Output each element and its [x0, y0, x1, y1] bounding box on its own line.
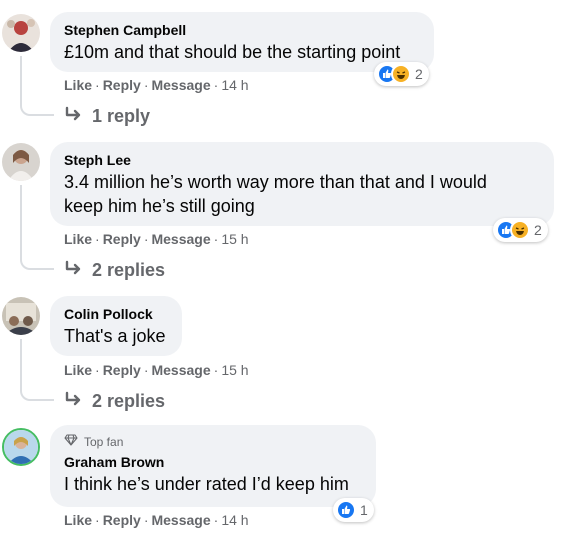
comment-text: That's a joke: [64, 326, 166, 346]
timestamp[interactable]: 15 h: [221, 231, 248, 247]
reply-link[interactable]: Reply: [103, 77, 141, 93]
comment-author[interactable]: Steph Lee: [64, 151, 540, 170]
view-replies-button[interactable]: 1 reply: [64, 105, 150, 127]
timestamp[interactable]: 14 h: [221, 77, 248, 93]
comment-bubble: Steph Lee 3.4 million he’s worth way mor…: [50, 142, 554, 226]
thread-connector: [20, 96, 54, 116]
replies-label: 2 replies: [92, 391, 166, 411]
replies-label: 2 replies: [92, 260, 166, 280]
separator: ·: [143, 362, 149, 378]
message-link[interactable]: Message: [151, 512, 210, 528]
separator: ·: [95, 231, 100, 247]
reply-arrow-icon: [64, 105, 84, 127]
thread-connector: [20, 250, 54, 270]
top-fan-badge: Top fan: [64, 434, 362, 450]
reaction-summary[interactable]: 2: [374, 62, 429, 86]
reply-link[interactable]: Reply: [103, 362, 141, 378]
reply-link[interactable]: Reply: [103, 512, 141, 528]
separator: ·: [143, 512, 149, 528]
thread-line: [20, 339, 22, 386]
view-replies-button[interactable]: 2 replies: [64, 259, 165, 281]
comment-actions: Like · Reply · Message · 14 h: [64, 511, 249, 529]
separator: ·: [213, 77, 219, 93]
like-icon: [336, 500, 356, 520]
avatar[interactable]: [2, 143, 40, 181]
reply-link[interactable]: Reply: [103, 231, 141, 247]
haha-icon: [510, 220, 530, 240]
separator: ·: [143, 77, 149, 93]
comment-bubble: Stephen Campbell £10m and that should be…: [50, 12, 434, 72]
avatar[interactable]: [2, 14, 40, 52]
separator: ·: [213, 362, 219, 378]
reaction-count: 2: [415, 66, 423, 82]
comment-author[interactable]: Colin Pollock: [64, 305, 168, 324]
timestamp[interactable]: 15 h: [221, 362, 248, 378]
reaction-count: 2: [534, 222, 542, 238]
separator: ·: [95, 512, 100, 528]
separator: ·: [95, 77, 100, 93]
reaction-summary[interactable]: 2: [493, 218, 548, 242]
reaction-summary[interactable]: 1: [333, 498, 374, 522]
like-link[interactable]: Like: [64, 362, 92, 378]
separator: ·: [213, 512, 219, 528]
comment-actions: Like · Reply · Message · 14 h: [64, 76, 249, 94]
like-link[interactable]: Like: [64, 512, 92, 528]
avatar[interactable]: [2, 428, 40, 466]
view-replies-button[interactable]: 2 replies: [64, 390, 165, 412]
comment-text-line-2: keep him he’s still going: [64, 196, 255, 216]
top-fan-label: Top fan: [84, 435, 124, 449]
thread-line: [20, 185, 22, 255]
comment-author[interactable]: Graham Brown: [64, 453, 362, 472]
comment-actions: Like · Reply · Message · 15 h: [64, 230, 249, 248]
reply-arrow-icon: [64, 390, 84, 412]
reply-arrow-icon: [64, 259, 84, 281]
thread-line: [20, 56, 22, 100]
comment-text-line-1: 3.4 million he’s worth way more than tha…: [64, 172, 487, 192]
reaction-count: 1: [360, 502, 368, 518]
separator: ·: [213, 231, 219, 247]
message-link[interactable]: Message: [151, 77, 210, 93]
separator: ·: [143, 231, 149, 247]
comment-author[interactable]: Stephen Campbell: [64, 21, 420, 40]
like-link[interactable]: Like: [64, 231, 92, 247]
separator: ·: [95, 362, 100, 378]
avatar[interactable]: [2, 297, 40, 335]
like-link[interactable]: Like: [64, 77, 92, 93]
haha-icon: [391, 64, 411, 84]
comment-bubble: Top fan Graham Brown I think he’s under …: [50, 425, 376, 507]
replies-label: 1 reply: [92, 106, 151, 126]
comment-bubble: Colin Pollock That's a joke: [50, 296, 182, 356]
message-link[interactable]: Message: [151, 231, 210, 247]
comment-actions: Like · Reply · Message · 15 h: [64, 361, 249, 379]
thread-connector: [20, 381, 54, 401]
comment-text: £10m and that should be the starting poi…: [64, 42, 401, 62]
message-link[interactable]: Message: [151, 362, 210, 378]
diamond-icon: [64, 434, 78, 450]
timestamp[interactable]: 14 h: [221, 512, 248, 528]
comment-text: I think he’s under rated I’d keep him: [64, 474, 349, 494]
